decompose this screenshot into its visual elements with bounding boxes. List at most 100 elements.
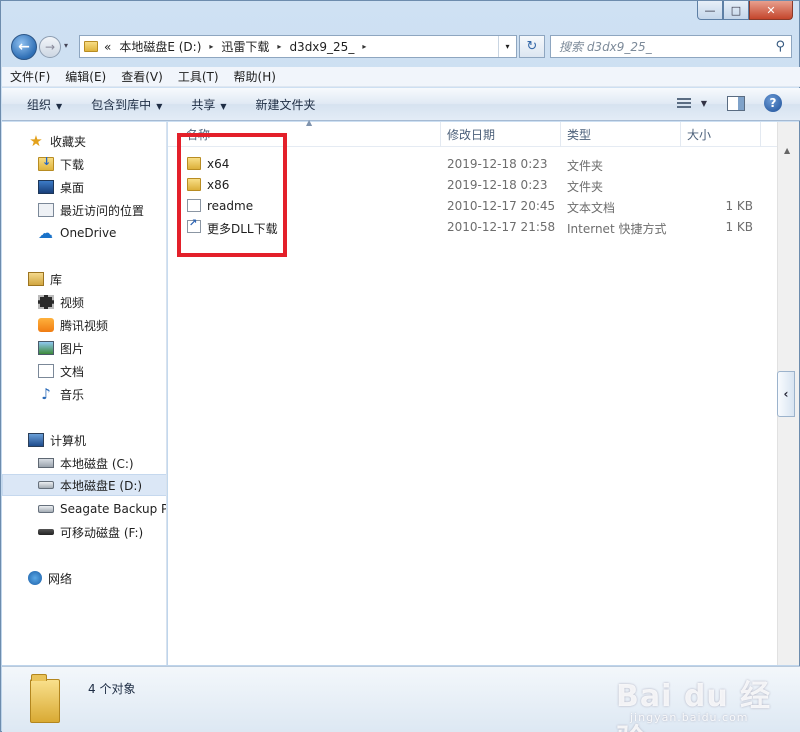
item-count: 4 个对象 [88, 682, 136, 696]
breadcrumb-current-folder[interactable]: d3dx9_25_ [289, 40, 354, 54]
column-name-label: 名称 [186, 128, 211, 142]
menu-help[interactable]: 帮助(H) [234, 68, 276, 85]
file-date: 2019-12-18 0:23 [447, 178, 548, 192]
menu-tools[interactable]: 工具(T) [178, 68, 219, 85]
menu-edit[interactable]: 编辑(E) [65, 68, 106, 85]
file-row[interactable]: 更多DLL下载 2010-12-17 21:58 Internet 快捷方式 1… [168, 217, 777, 238]
command-bar: 组织 ▼ 包含到库中 ▼ 共享 ▼ 新建文件夹 ▼ ? [2, 88, 800, 121]
preview-pane-icon[interactable] [727, 95, 745, 111]
column-date[interactable]: 修改日期 [441, 122, 561, 147]
windows-drive-icon [38, 458, 54, 468]
share-label: 共享 [191, 97, 216, 112]
nav-music[interactable]: ♪ 音乐 [2, 383, 166, 405]
column-size[interactable]: 大小 [681, 122, 761, 147]
nav-computer[interactable]: 计算机 [2, 429, 166, 451]
nav-onedrive[interactable]: ☁ OneDrive [2, 222, 166, 244]
history-dropdown-icon[interactable]: ▾ [64, 41, 68, 50]
maximize-button[interactable]: □ [723, 1, 749, 20]
file-name: x86 [207, 178, 230, 192]
title-bar[interactable]: — □ ✕ [1, 1, 799, 29]
nav-desktop-label: 桌面 [60, 180, 85, 195]
scroll-up-icon[interactable]: ▲ [784, 146, 790, 155]
change-view-icon[interactable] [676, 94, 697, 112]
file-row[interactable]: x86 2019-12-18 0:23 文件夹 [168, 175, 777, 196]
close-button[interactable]: ✕ [749, 1, 793, 20]
help-icon[interactable]: ? [764, 94, 782, 112]
menu-file[interactable]: 文件(F) [10, 68, 50, 85]
nav-removable-drive[interactable]: 可移动磁盘 (F:) [2, 521, 166, 543]
dropdown-arrow-icon: ▼ [56, 101, 63, 111]
dropdown-arrow-icon: ▼ [156, 101, 163, 111]
file-type: 文件夹 [567, 159, 604, 173]
downloads-folder-icon [38, 155, 54, 171]
nav-libraries[interactable]: 库 [2, 268, 166, 290]
nav-recent-places[interactable]: 最近访问的位置 [2, 199, 166, 221]
file-row[interactable]: x64 2019-12-18 0:23 文件夹 [168, 154, 777, 175]
column-name[interactable]: 名称 ▲ [168, 118, 441, 147]
chevron-right-icon[interactable]: ▸ [209, 42, 213, 51]
recent-places-icon [38, 203, 54, 217]
nav-network[interactable]: 网络 [2, 567, 166, 589]
nav-downloads[interactable]: 下载 [2, 153, 166, 175]
nav-removable-label: 可移动磁盘 (F:) [60, 525, 144, 540]
breadcrumb-drive[interactable]: 本地磁盘E (D:) [119, 38, 201, 55]
share-button[interactable]: 共享 ▼ [191, 96, 226, 113]
refresh-button[interactable]: ↻ [519, 35, 545, 58]
navigation-pane: ★ 收藏夹 下载 桌面 最近访问的位置 ☁ OneDrive 库 视频 [2, 122, 167, 665]
file-date: 2019-12-18 0:23 [447, 157, 548, 171]
nav-drive-d[interactable]: 本地磁盘E (D:) [2, 474, 166, 496]
nav-seagate[interactable]: Seagate Backup P [2, 498, 167, 520]
details-pane: 4 个对象 Bai du 经验 jingyan.baidu.com [2, 666, 800, 732]
file-date: 2010-12-17 20:45 [447, 199, 556, 213]
explorer-window: — □ ✕ ← → ▾ « 本地磁盘E (D:) ▸ 迅雷下载 ▸ d3dx9_… [0, 0, 800, 732]
search-icon[interactable]: ⚲ [775, 39, 785, 54]
address-bar[interactable]: « 本地磁盘E (D:) ▸ 迅雷下载 ▸ d3dx9_25_ ▸ ▾ [79, 35, 517, 58]
file-size: 1 KB [725, 220, 753, 234]
star-icon: ★ [29, 132, 43, 150]
nav-pictures-label: 图片 [60, 341, 85, 356]
dropdown-arrow-icon: ▼ [220, 101, 227, 111]
video-icon [38, 295, 54, 309]
file-name: x64 [207, 157, 230, 171]
minimize-button[interactable]: — [697, 1, 723, 20]
nav-drive-c[interactable]: 本地磁盘 (C:) [2, 452, 166, 474]
nav-pictures[interactable]: 图片 [2, 337, 166, 359]
nav-desktop[interactable]: 桌面 [2, 176, 166, 198]
new-folder-button[interactable]: 新建文件夹 [256, 96, 316, 113]
forward-button[interactable]: → [39, 36, 61, 58]
nav-onedrive-label: OneDrive [60, 226, 117, 240]
back-button[interactable]: ← [11, 34, 37, 60]
baidu-watermark: Bai du 经验 jingyan.baidu.com [616, 671, 796, 732]
column-type[interactable]: 类型 [561, 122, 681, 147]
chevron-right-icon[interactable]: ▸ [277, 42, 281, 51]
address-dropdown-icon[interactable]: ▾ [498, 36, 516, 57]
menu-bar: 文件(F) 编辑(E) 查看(V) 工具(T) 帮助(H) [2, 67, 800, 87]
chevron-right-icon[interactable]: ▸ [362, 42, 366, 51]
file-type: 文本文档 [567, 201, 616, 215]
view-dropdown-icon[interactable]: ▼ [701, 99, 707, 108]
breadcrumb-xunlei[interactable]: 迅雷下载 [221, 38, 269, 55]
network-icon [28, 571, 42, 585]
menu-view[interactable]: 查看(V) [121, 68, 163, 85]
nav-downloads-label: 下载 [60, 157, 85, 172]
nav-tencent-video[interactable]: 腾讯视频 [2, 314, 166, 336]
nav-videos[interactable]: 视频 [2, 291, 166, 313]
nav-seagate-label: Seagate Backup P [60, 502, 167, 516]
file-type: 文件夹 [567, 180, 604, 194]
nav-documents[interactable]: 文档 [2, 360, 166, 382]
nav-favorites[interactable]: ★ 收藏夹 [2, 130, 166, 152]
folder-icon [187, 157, 201, 170]
collapse-pane-button[interactable]: ‹ [777, 371, 795, 417]
file-name: 更多DLL下载 [207, 222, 278, 236]
file-row[interactable]: readme 2010-12-17 20:45 文本文档 1 KB [168, 196, 777, 217]
file-size: 1 KB [725, 199, 753, 213]
organize-button[interactable]: 组织 ▼ [27, 96, 62, 113]
desktop-icon [38, 180, 54, 194]
search-input[interactable]: 搜索 d3dx9_25_ ⚲ [550, 35, 792, 58]
nav-network-label: 网络 [48, 571, 73, 586]
include-in-library-button[interactable]: 包含到库中 ▼ [91, 96, 162, 113]
breadcrumb-overflow[interactable]: « [104, 40, 111, 54]
file-name: readme [207, 199, 254, 213]
nav-drive-d-label: 本地磁盘E (D:) [60, 478, 143, 493]
hard-drive-icon [38, 505, 54, 513]
